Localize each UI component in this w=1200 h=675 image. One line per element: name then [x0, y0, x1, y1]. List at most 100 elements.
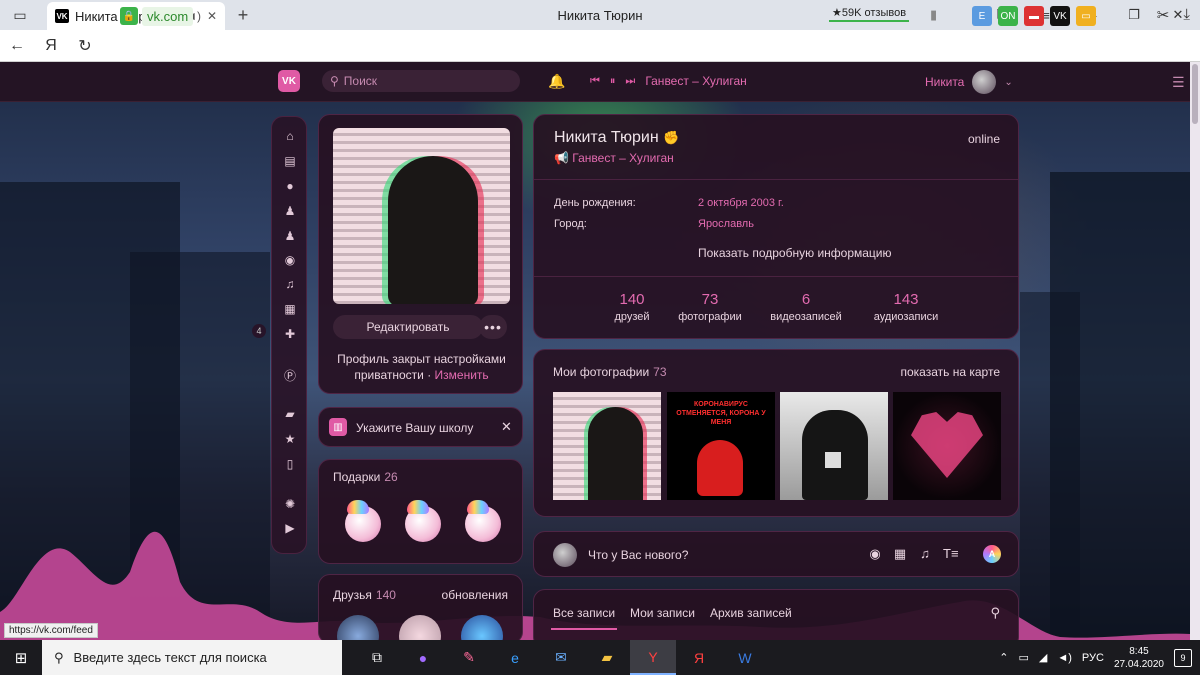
reviews-badge[interactable]: ★59K отзывов [829, 6, 910, 22]
video-play-icon[interactable]: ▶ [280, 519, 300, 537]
photo-thumbnail[interactable] [553, 392, 661, 500]
documents-icon[interactable]: ▯ [280, 455, 300, 473]
tab-my-posts[interactable]: Мои записи [630, 606, 695, 620]
tab-archive[interactable]: Архив записей [710, 606, 792, 620]
school-icon: ▥ [329, 418, 347, 436]
tab-close-icon[interactable]: ✕ [207, 9, 217, 23]
paint-icon[interactable]: ✎ [446, 640, 492, 675]
next-track-icon[interactable]: ⏭ [625, 75, 635, 88]
volume-icon[interactable]: ◄) [1057, 652, 1072, 664]
school-prompt-card[interactable]: ▥ Укажите Вашу школу ✕ [318, 407, 523, 447]
bookmarks-star-icon[interactable]: ★ [280, 430, 300, 448]
page-scrollbar[interactable] [1190, 62, 1200, 640]
file-explorer-icon[interactable]: ▰ [584, 640, 630, 675]
battery-extension-icon[interactable]: ▭ [1076, 6, 1096, 26]
show-details-link[interactable]: Показать подробную информацию [698, 246, 892, 260]
photo-thumbnail[interactable] [780, 392, 888, 500]
show-on-map-link[interactable]: показать на карте [901, 365, 1001, 379]
tabs-panel-icon[interactable]: ▭ [0, 0, 40, 30]
photo-thumbnail[interactable]: КОРОНАВИРУС ОТМЕНЯЕТСЯ, КОРОНА У МЕНЯ [667, 392, 775, 500]
user-menu[interactable]: Никита ⌄ [925, 70, 1013, 94]
stat-audio[interactable]: 143 аудиозаписи [851, 291, 961, 323]
close-icon[interactable]: ✕ [501, 419, 512, 435]
extension-vk-icon[interactable]: VK [1050, 6, 1070, 26]
vk-pay-icon[interactable]: Ⓟ [280, 366, 300, 384]
camera-icon[interactable]: ◉ [280, 251, 300, 269]
gift-unicorn[interactable] [337, 498, 387, 552]
notifications-icon[interactable]: 9 [1174, 648, 1192, 667]
task-view-icon[interactable]: ⧉ [354, 640, 400, 675]
profile-photo[interactable] [333, 128, 510, 304]
apps-icon[interactable]: ✺ [280, 495, 300, 513]
new-tab-button[interactable]: + [232, 4, 254, 26]
mail-icon[interactable]: ✉ [538, 640, 584, 675]
privacy-change-link[interactable]: Изменить [435, 368, 489, 382]
edit-profile-button[interactable]: Редактировать [333, 315, 483, 339]
alice-icon[interactable]: ● [400, 640, 446, 675]
gift-unicorn[interactable] [397, 498, 447, 552]
stat-photos[interactable]: 73 фотографии [655, 291, 765, 323]
screenshot-icon[interactable]: ✂ [1157, 6, 1170, 24]
friend-avatar[interactable] [399, 615, 441, 640]
stat-videos[interactable]: 6 видеозаписей [751, 291, 861, 323]
friends-updates-link[interactable]: обновления [442, 588, 508, 602]
battery-icon[interactable]: ▭ [1018, 651, 1028, 664]
attach-photo-icon[interactable]: ◉ [868, 546, 882, 562]
news-icon[interactable]: ▤ [280, 152, 300, 170]
back-arrow-icon[interactable]: ← [0, 30, 34, 62]
profile-status[interactable]: 📢 Ганвест – Хулиган [554, 151, 674, 165]
profile-icon[interactable]: ♟ [280, 202, 300, 220]
network-icon[interactable]: ◢ [1039, 651, 1047, 664]
post-author-icon[interactable]: A [983, 545, 1001, 563]
friends-header[interactable]: Друзья 140 [333, 588, 396, 602]
home-icon[interactable]: ⌂ [280, 127, 300, 145]
word-icon[interactable]: W [722, 640, 768, 675]
language-indicator[interactable]: РУС [1082, 652, 1104, 664]
download-icon[interactable]: ⤓ [1183, 6, 1190, 24]
yandex-icon[interactable]: Я [676, 640, 722, 675]
new-post-input[interactable]: Что у Вас нового? [588, 548, 688, 562]
restore-icon[interactable]: ❐ [1112, 0, 1156, 30]
games-icon[interactable]: ✚ [280, 325, 300, 343]
friends-icon[interactable]: ♟ [280, 227, 300, 245]
windows-start-icon[interactable]: ⊞ [0, 640, 42, 675]
gifts-header[interactable]: Подарки 26 [333, 470, 398, 484]
messages-icon[interactable]: ● [280, 177, 300, 195]
search-icon[interactable]: ⚲ [990, 605, 1000, 621]
notifications-bell-icon[interactable]: 🔔 [548, 73, 565, 90]
birthday-value[interactable]: 2 октября 2003 г. [698, 197, 784, 209]
yandex-home-button[interactable]: Я [34, 30, 68, 62]
taskbar-search-input[interactable]: ⚲ Введите здесь текст для поиска [42, 640, 342, 675]
edge-icon[interactable]: e [492, 640, 538, 675]
extension-translate-icon[interactable]: E [972, 6, 992, 26]
url-field[interactable]: 🔒 vk.com [120, 5, 194, 27]
photos-header[interactable]: Мои фотографии 73 [553, 365, 667, 379]
vk-search-input[interactable]: ⚲ Поиск [322, 70, 520, 92]
gift-unicorn[interactable] [457, 498, 507, 552]
bookmark-icon[interactable]: ▮ [930, 7, 937, 23]
now-playing-track[interactable]: Ганвест – Хулиган [645, 74, 746, 88]
photo-thumbnail[interactable] [893, 392, 1001, 500]
previous-track-icon[interactable]: ⏮ [590, 75, 600, 88]
settings-sliders-icon[interactable]: ☰ [1172, 74, 1185, 91]
pause-icon[interactable]: ⏸ [610, 75, 616, 88]
show-hidden-icons-chevron-icon[interactable]: ⌃ [999, 651, 1008, 664]
music-icon[interactable]: ♫ [280, 275, 300, 293]
video-icon[interactable]: ▦ [280, 300, 300, 318]
more-dots-icon[interactable]: ••• [479, 315, 507, 339]
attach-music-icon[interactable]: ♫ [918, 546, 932, 562]
friend-avatar[interactable] [461, 615, 503, 640]
attach-video-icon[interactable]: ▦ [893, 546, 907, 562]
reload-icon[interactable]: ↻ [68, 30, 102, 62]
shop-icon[interactable]: ▰ [280, 405, 300, 423]
clock[interactable]: 8:45 27.04.2020 [1114, 645, 1164, 671]
extension-news-icon[interactable]: ▬ [1024, 6, 1044, 26]
vk-logo[interactable]: VK [278, 70, 300, 92]
extension-on-icon[interactable]: ON [998, 6, 1018, 26]
city-value[interactable]: Ярославль [698, 218, 754, 230]
scrollbar-thumb[interactable] [1192, 64, 1198, 124]
yandex-browser-icon[interactable]: Y [630, 640, 676, 675]
friend-avatar[interactable] [337, 615, 379, 640]
tab-all-posts[interactable]: Все записи [550, 606, 618, 630]
attach-article-icon[interactable]: T≡ [943, 546, 959, 562]
